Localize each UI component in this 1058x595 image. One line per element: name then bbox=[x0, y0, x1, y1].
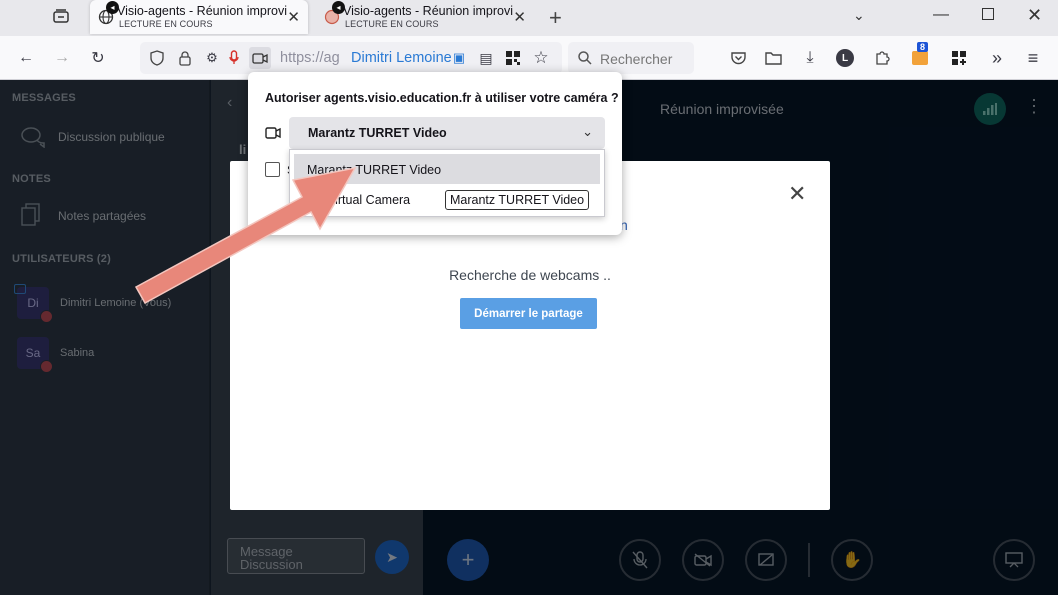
overflow-chevrons-icon[interactable]: » bbox=[986, 47, 1008, 69]
tab-subtitle: LECTURE EN COURS bbox=[345, 19, 439, 29]
maximize-button[interactable] bbox=[982, 8, 994, 20]
device-option-label: Marantz TURRET Video bbox=[307, 163, 442, 177]
microphone-icon[interactable] bbox=[223, 47, 245, 69]
url-bar[interactable]: ⚙ https://ag Dimitri Lemoine ▣ ▤ ☆ bbox=[140, 42, 562, 74]
pocket-icon[interactable] bbox=[727, 47, 749, 69]
minimize-button[interactable]: — bbox=[933, 6, 949, 24]
bookmark-star-icon[interactable]: ☆ bbox=[530, 47, 552, 69]
lock-icon[interactable] bbox=[174, 47, 196, 69]
selected-device-label: Marantz TURRET Video bbox=[308, 126, 447, 140]
remember-decision-checkbox[interactable] bbox=[265, 162, 280, 177]
shield-icon[interactable] bbox=[146, 47, 168, 69]
reload-icon[interactable]: ↻ bbox=[87, 47, 109, 69]
list-all-tabs-icon[interactable]: ⌄ bbox=[853, 7, 865, 24]
camera-icon bbox=[265, 127, 281, 139]
qr-code-icon[interactable] bbox=[502, 47, 524, 69]
profile-avatar[interactable]: L bbox=[834, 47, 856, 69]
start-sharing-button[interactable]: Démarrer le partage bbox=[460, 298, 597, 329]
tab-close-icon[interactable]: ✕ bbox=[287, 8, 300, 26]
tab-title: Visio-agents - Réunion improvisée bbox=[343, 4, 513, 18]
device-option-marantz[interactable]: Marantz TURRET Video bbox=[294, 154, 600, 184]
badge-count: 8 bbox=[917, 42, 929, 52]
chevron-down-icon: ⌄ bbox=[582, 124, 593, 139]
tab-list-icon[interactable] bbox=[52, 8, 70, 29]
camera-permission-icon[interactable] bbox=[249, 47, 271, 69]
new-tab-button[interactable]: + bbox=[549, 5, 562, 31]
tab-bar: ◂ Visio-agents - Réunion improvisée LECT… bbox=[0, 0, 1058, 36]
webcam-search-status: Recherche de webcams .. bbox=[449, 267, 611, 283]
close-window-button[interactable]: ✕ bbox=[1027, 5, 1042, 26]
url-highlight-user: Dimitri Lemoine bbox=[351, 50, 452, 66]
tab-close-icon[interactable]: ✕ bbox=[513, 8, 526, 26]
folder-icon[interactable] bbox=[762, 47, 784, 69]
tab-visio-second[interactable]: ◂ Visio-agents - Réunion improvisée LECT… bbox=[316, 0, 534, 34]
hamburger-menu-icon[interactable]: ≡ bbox=[1022, 47, 1044, 69]
search-placeholder: Rechercher bbox=[600, 51, 673, 67]
device-tooltip: Marantz TURRET Video bbox=[445, 190, 590, 210]
reader-mode-icon[interactable]: ▤ bbox=[475, 47, 497, 69]
camera-device-dropdown: Marantz TURRET Video Virtual Camera Mara… bbox=[289, 149, 605, 217]
url-text[interactable]: https://ag bbox=[280, 50, 340, 66]
grid-extension-icon[interactable] bbox=[948, 47, 970, 69]
camera-device-select[interactable]: Marantz TURRET Video ⌄ bbox=[289, 117, 605, 149]
tab-subtitle: LECTURE EN COURS bbox=[119, 19, 213, 29]
back-arrow-icon[interactable]: ← bbox=[15, 47, 37, 69]
modal-close-icon[interactable]: ✕ bbox=[788, 181, 806, 207]
profile-letter: L bbox=[836, 49, 854, 67]
device-option-virtual-camera[interactable]: Virtual Camera bbox=[327, 193, 410, 207]
permission-question: Autoriser agents.visio.education.fr à ut… bbox=[265, 91, 619, 105]
extensions-puzzle-icon[interactable] bbox=[871, 47, 893, 69]
download-icon[interactable]: ⤓ bbox=[799, 47, 821, 69]
forward-arrow-icon[interactable]: → bbox=[51, 47, 73, 69]
extension-badge-icon[interactable]: 8 bbox=[909, 42, 931, 69]
permissions-icon[interactable]: ⚙ bbox=[201, 47, 223, 69]
briefcase-icon: ▣ bbox=[452, 50, 466, 65]
tab-title: Visio-agents - Réunion improvisée bbox=[117, 4, 287, 18]
tab-visio-active[interactable]: ◂ Visio-agents - Réunion improvisée LECT… bbox=[90, 0, 308, 34]
search-bar[interactable]: Rechercher bbox=[568, 42, 694, 74]
search-icon bbox=[574, 47, 596, 69]
